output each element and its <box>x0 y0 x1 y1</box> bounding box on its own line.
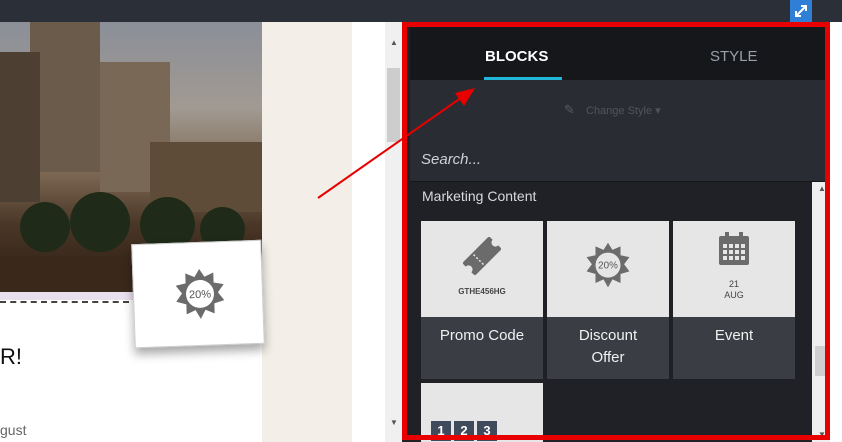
editor-screen: R! gust 20% ▲ ▼ BLOCKS STYLE ✎ Change St… <box>0 0 842 442</box>
annotation-arrow-icon <box>317 88 475 199</box>
